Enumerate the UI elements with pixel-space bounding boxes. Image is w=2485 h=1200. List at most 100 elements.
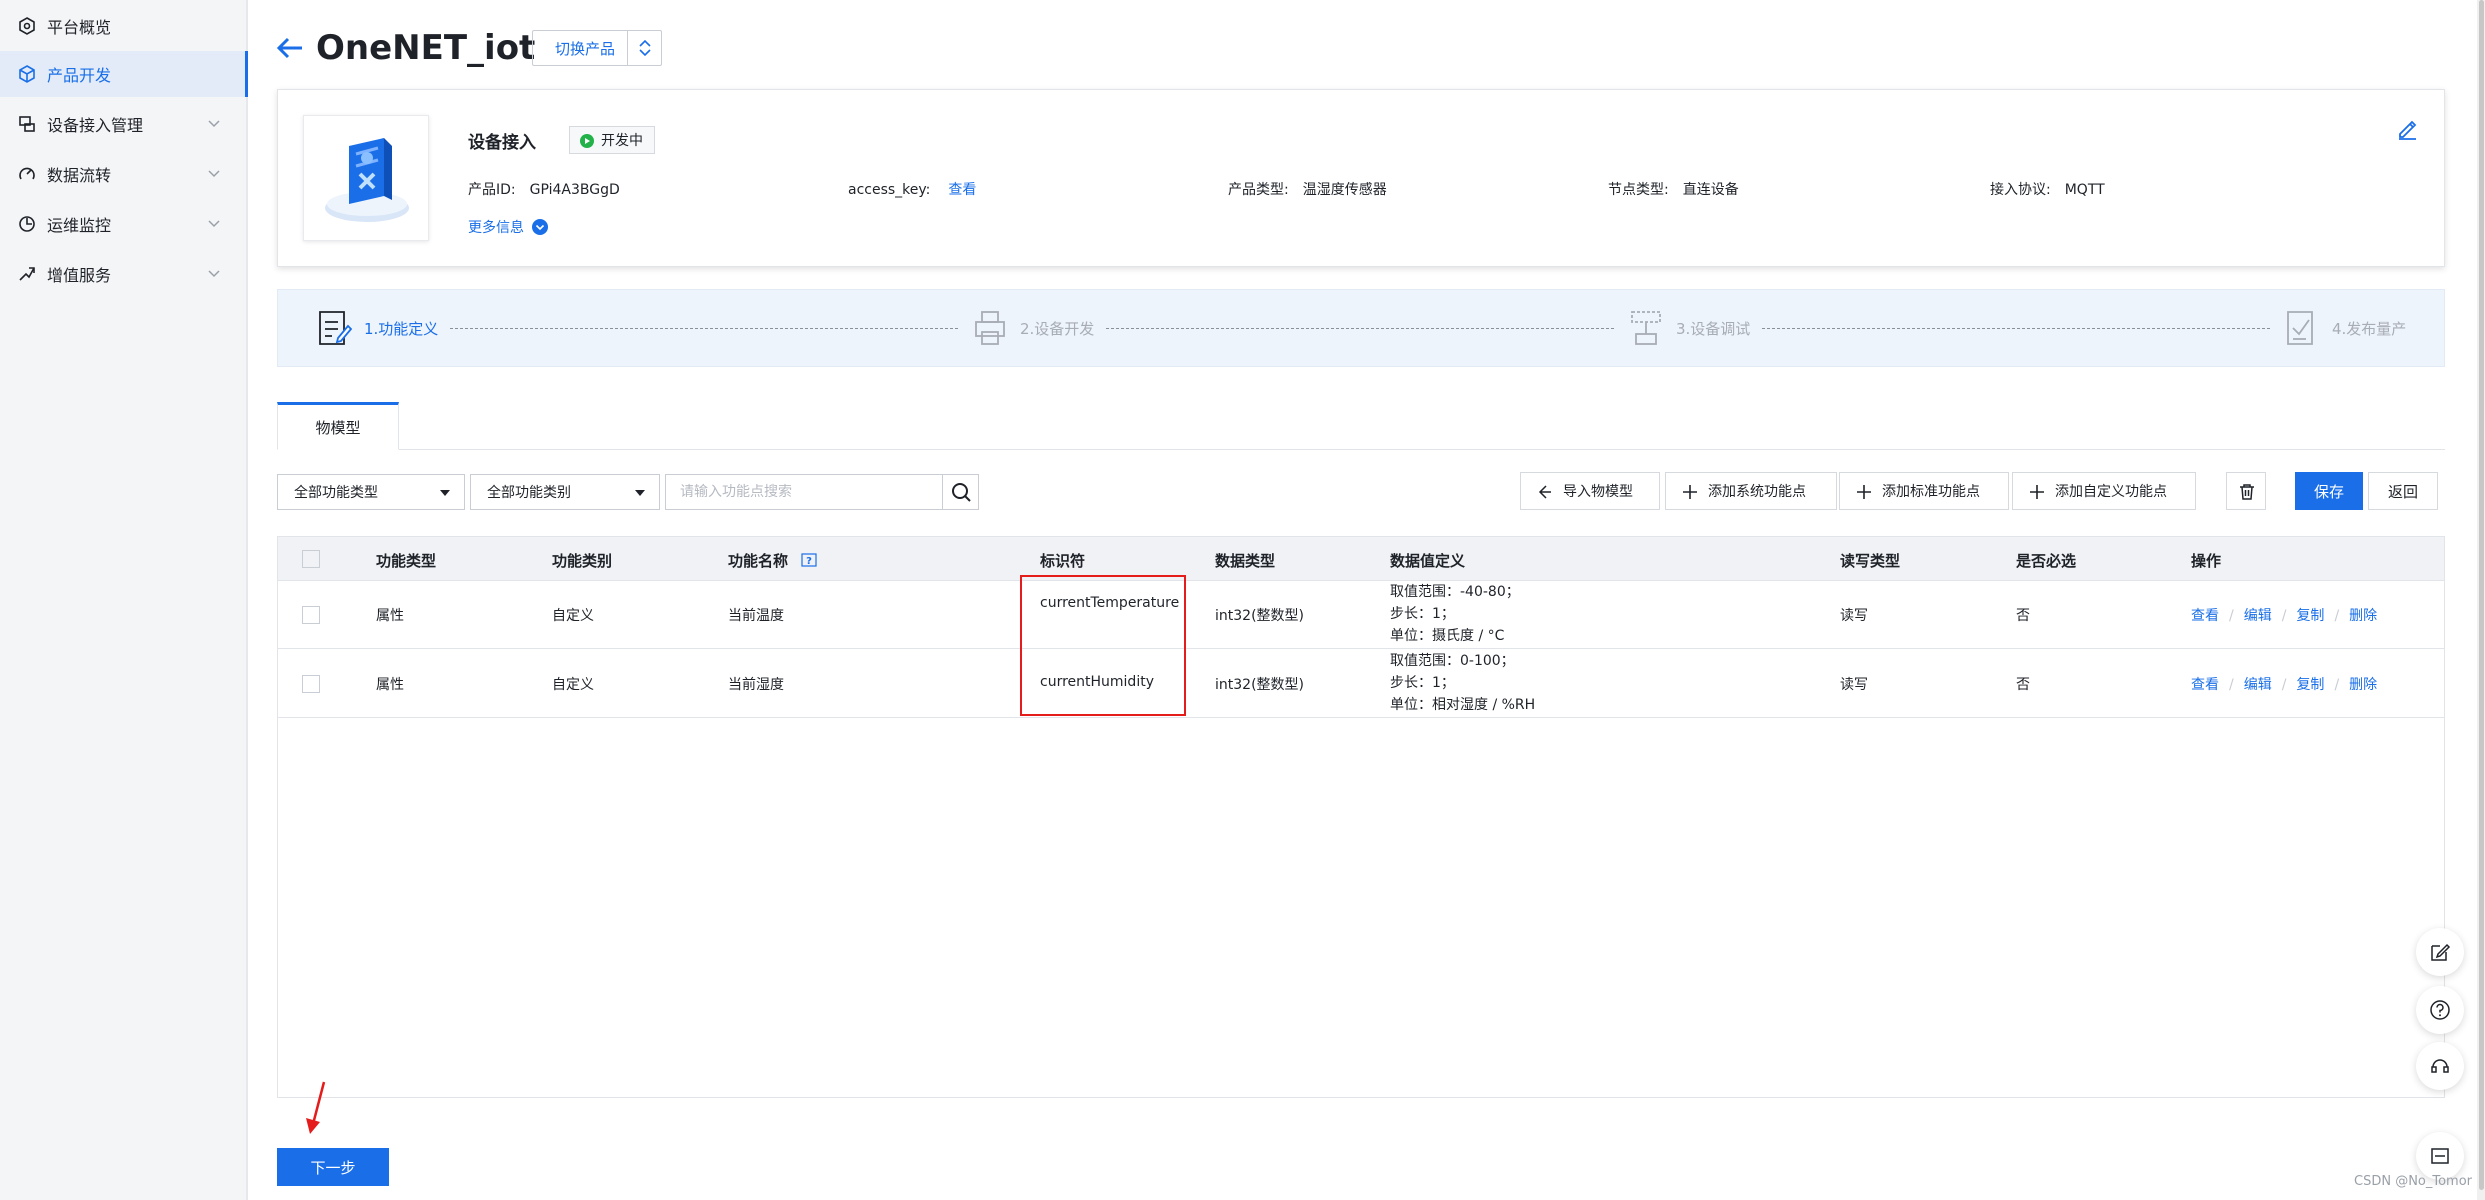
caret-down-icon (635, 490, 645, 496)
device-illustration-icon (325, 138, 409, 222)
switch-product-button[interactable]: 切换产品 (532, 30, 662, 66)
monitor-icon (19, 216, 35, 232)
step-debug[interactable]: 3.设备调试 (1628, 308, 1750, 348)
question-icon (2430, 1000, 2450, 1020)
add-system-function-button[interactable]: 添加系统功能点 (1665, 472, 1837, 510)
row-checkbox[interactable] (302, 675, 320, 693)
step-label: 2.设备开发 (1020, 319, 1095, 338)
back-arrow-icon[interactable] (276, 36, 304, 60)
caret-down-icon (440, 490, 450, 496)
def-step: 步长：1； (1390, 606, 1455, 622)
def-unit: 单位：相对湿度 / %RH (1390, 697, 1536, 713)
flow-icon (19, 167, 35, 180)
step-define[interactable]: 1.功能定义 (316, 308, 438, 348)
table-header: 功能类型 功能类别 功能名称 ? 标识符 数据类型 数据值定义 读写类型 是否必… (278, 537, 2444, 581)
step-release[interactable]: 4.发布量产 (2284, 308, 2406, 348)
cell-rw: 读写 (1840, 608, 1868, 624)
feedback-float-button[interactable] (2416, 928, 2464, 976)
view-link[interactable]: 查看 (2191, 608, 2219, 624)
collapse-float-button[interactable] (2416, 1132, 2464, 1180)
sidebar-item-overview[interactable]: 平台概览 (0, 3, 248, 49)
search-icon (952, 483, 971, 502)
device-icon (19, 116, 35, 132)
service-float-button[interactable] (2416, 1042, 2464, 1090)
overview-icon (19, 17, 35, 35)
view-link[interactable]: 查看 (2191, 677, 2219, 693)
node-type-field: 节点类型: 直连设备 (1608, 179, 1739, 199)
sidebar-item-value-service[interactable]: 增值服务 (0, 251, 248, 297)
separator: / (2229, 677, 2234, 693)
search-input[interactable] (666, 475, 941, 509)
access-key-label: access_key: (848, 182, 931, 198)
delete-link[interactable]: 删除 (2349, 677, 2377, 693)
col-identifier: 标识符 (1040, 552, 1086, 570)
sidebar-item-device-access[interactable]: 设备接入管理 (0, 101, 248, 147)
scrollbar-thumb[interactable] (2479, 0, 2484, 1190)
tab-thing-model[interactable]: 物模型 (277, 402, 399, 450)
add-system-function-label: 添加系统功能点 (1708, 484, 1806, 500)
step-label: 3.设备调试 (1676, 319, 1751, 338)
delete-button[interactable] (2226, 472, 2266, 510)
import-model-button[interactable]: 导入物模型 (1520, 472, 1660, 510)
document-edit-icon (319, 311, 352, 345)
edit-link[interactable]: 编辑 (2244, 677, 2272, 693)
protocol-field: 接入协议: MQTT (1990, 179, 2105, 199)
function-search (665, 474, 979, 510)
col-rw-type: 读写类型 (1840, 552, 1901, 570)
edit-link[interactable]: 编辑 (2244, 608, 2272, 624)
sidebar-item-label: 产品开发 (47, 66, 112, 85)
sidebar-item-product-dev[interactable]: 产品开发 (0, 51, 248, 97)
product-type-field: 产品类型: 温湿度传感器 (1228, 179, 1387, 199)
annotation-highlight-box (1020, 575, 1186, 716)
edit-pencil-icon[interactable] (2396, 118, 2418, 140)
access-key-view-link[interactable]: 查看 (948, 182, 976, 198)
help-float-button[interactable] (2416, 986, 2464, 1034)
product-image (303, 115, 429, 241)
plus-icon (1857, 485, 1871, 499)
def-unit: 单位：摄氏度 / °C (1390, 628, 1505, 644)
sidebar-item-label: 平台概览 (47, 18, 112, 37)
table-row: 属性 自定义 当前湿度 currentHumidity int32(整数型) 取… (278, 650, 2444, 718)
col-operations: 操作 (2191, 552, 2222, 570)
product-type-value: 温湿度传感器 (1302, 182, 1387, 198)
sidebar-item-label: 增值服务 (47, 266, 112, 285)
function-type-value: 全部功能类型 (294, 485, 378, 501)
status-text: 开发中 (601, 133, 643, 149)
sidebar-item-monitor[interactable]: 运维监控 (0, 201, 248, 247)
separator: / (2229, 608, 2234, 624)
help-icon[interactable]: ? (801, 553, 817, 567)
import-icon (1538, 485, 1551, 499)
function-type-select[interactable]: 全部功能类型 (277, 474, 465, 510)
row-operations: 查看 / 编辑 / 复制 / 删除 (2191, 674, 2377, 694)
search-button[interactable] (942, 475, 978, 509)
play-status-icon (580, 134, 594, 148)
cell-type: 属性 (376, 608, 404, 624)
col-function-name: 功能名称 ? (728, 550, 817, 571)
copy-link[interactable]: 复制 (2296, 608, 2324, 624)
copy-link[interactable]: 复制 (2296, 677, 2324, 693)
select-all-checkbox[interactable] (302, 550, 320, 568)
return-button[interactable]: 返回 (2368, 472, 2438, 510)
cell-data-definition: 取值范围：0-100； 步长：1； 单位：相对湿度 / %RH (1390, 650, 1535, 716)
function-category-select[interactable]: 全部功能类别 (470, 474, 660, 510)
row-checkbox[interactable] (302, 606, 320, 624)
cell-data-definition: 取值范围：-40-80； 步长：1； 单位：摄氏度 / °C (1390, 581, 1520, 647)
cell-name: 当前湿度 (728, 677, 784, 693)
product-id-label: 产品ID: (468, 182, 516, 198)
next-step-button[interactable]: 下一步 (277, 1148, 389, 1186)
add-standard-function-button[interactable]: 添加标准功能点 (1839, 472, 2009, 510)
watermark: CSDN @No_Tomor (2354, 1174, 2473, 1189)
chevron-down-icon (208, 270, 220, 278)
step-label: 4.发布量产 (2332, 319, 2407, 338)
delete-link[interactable]: 删除 (2349, 608, 2377, 624)
cell-data-type: int32(整数型) (1215, 677, 1304, 693)
sidebar-item-data-flow[interactable]: 数据流转 (0, 151, 248, 197)
col-data-definition: 数据值定义 (1390, 552, 1466, 570)
save-button[interactable]: 保存 (2295, 472, 2363, 510)
add-custom-function-button[interactable]: 添加自定义功能点 (2012, 472, 2196, 510)
cell-category: 自定义 (552, 608, 594, 624)
more-info-link[interactable]: 更多信息 (468, 217, 548, 237)
step-connector (1106, 328, 1614, 329)
step-develop[interactable]: 2.设备开发 (972, 308, 1094, 348)
plus-icon (2030, 485, 2044, 499)
